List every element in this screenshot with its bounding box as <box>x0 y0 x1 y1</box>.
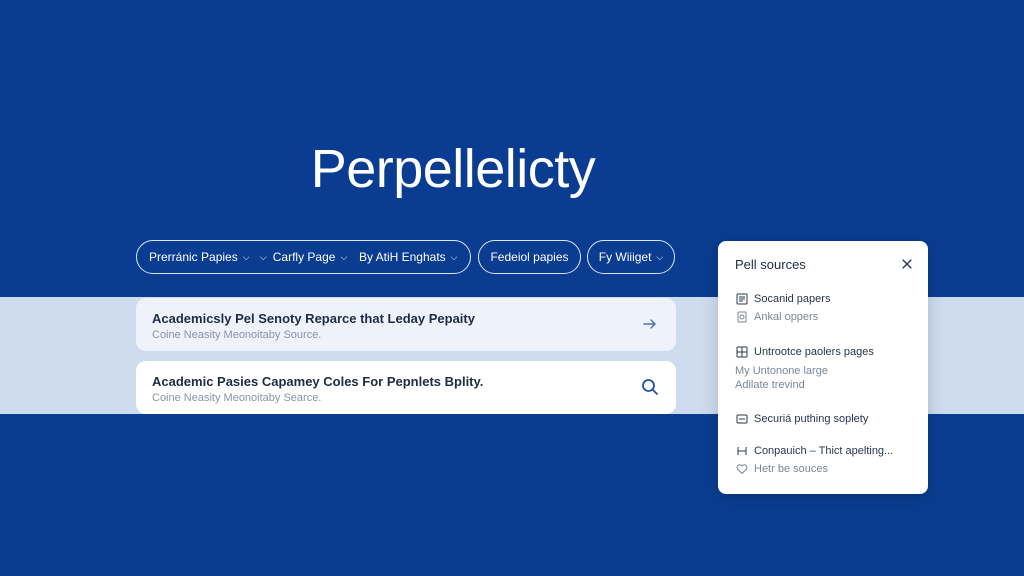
source-label: Conpauich – Thict apelting... <box>754 445 894 457</box>
grid-doc-icon <box>735 345 749 359</box>
sources-panel: Pell sources Socanid papers Ankal oppers… <box>718 241 928 494</box>
result-title: Academicsly Pel Senoty Reparce that Leda… <box>152 311 475 326</box>
chevron-down-icon: ⌵ <box>242 251 250 262</box>
filter-group-pill: Prerránic Papies ⌵ ⌵ Carfly Page ⌵ By At… <box>136 240 471 274</box>
source-item[interactable]: Hetr be souces <box>735 462 828 476</box>
filter-federal-papies[interactable]: Fedeiol papies <box>478 240 581 274</box>
source-label: Untrootce paolers pages <box>754 346 874 358</box>
arrow-right-icon[interactable] <box>638 312 662 336</box>
source-item[interactable]: Conpauich – Thict apelting... <box>735 444 893 458</box>
source-note: My Untonone large <box>735 365 828 377</box>
result-subtitle: Coine Neasity Meonoitaby Searce. <box>152 392 322 404</box>
chevron-down-icon: ⌵ <box>450 251 458 262</box>
chevron-down-icon: ⌵ <box>656 251 664 262</box>
source-item[interactable]: Ankal oppers <box>735 310 818 324</box>
source-item[interactable]: Securiá puthing soplety <box>735 412 868 426</box>
list-icon <box>735 412 749 426</box>
close-icon[interactable] <box>898 255 916 273</box>
book-icon <box>735 444 749 458</box>
filter-fy-widget[interactable]: Fy Wiiiget ⌵ <box>587 240 675 274</box>
filter-label: Prerránic Papies <box>149 250 238 264</box>
search-icon[interactable] <box>638 375 662 399</box>
chevron-down-icon: ⌵ <box>259 251 267 262</box>
panel-title: Pell sources <box>735 257 806 272</box>
source-label: Securiá puthing soplety <box>754 413 869 425</box>
document-icon <box>735 292 749 306</box>
source-item[interactable]: Socanid papers <box>735 292 830 306</box>
file-icon <box>735 310 749 324</box>
result-card[interactable]: Academicsly Pel Senoty Reparce that Leda… <box>136 298 676 351</box>
source-label: Ankal oppers <box>754 311 819 323</box>
filter-by-atih-enghats[interactable]: By AtiH Enghats ⌵ <box>359 250 458 264</box>
source-item[interactable]: Untrootce paolers pages <box>735 345 874 359</box>
filter-label: Fedeiol papies <box>490 250 569 264</box>
filter-label: Fy Wiiiget <box>598 250 652 264</box>
heart-icon <box>735 462 749 476</box>
result-subtitle: Coine Neasity Meonoitaby Source. <box>152 329 322 341</box>
app-title: Perpellelicty <box>310 139 596 199</box>
filter-carfly-page[interactable]: ⌵ Carfly Page ⌵ <box>260 250 359 264</box>
result-title: Academic Pasies Capamey Coles For Pepnle… <box>152 374 484 389</box>
source-label: Hetr be souces <box>754 463 828 475</box>
filter-prerranic-papies[interactable]: Prerránic Papies ⌵ <box>149 250 260 264</box>
source-label: Socanid papers <box>754 293 831 305</box>
filter-label: By AtiH Enghats <box>358 250 446 264</box>
chevron-down-icon: ⌵ <box>340 251 348 262</box>
filter-label: Carfly Page <box>272 250 336 264</box>
source-note: Adilate trevind <box>735 379 805 391</box>
result-card[interactable]: Academic Pasies Capamey Coles For Pepnle… <box>136 361 676 414</box>
